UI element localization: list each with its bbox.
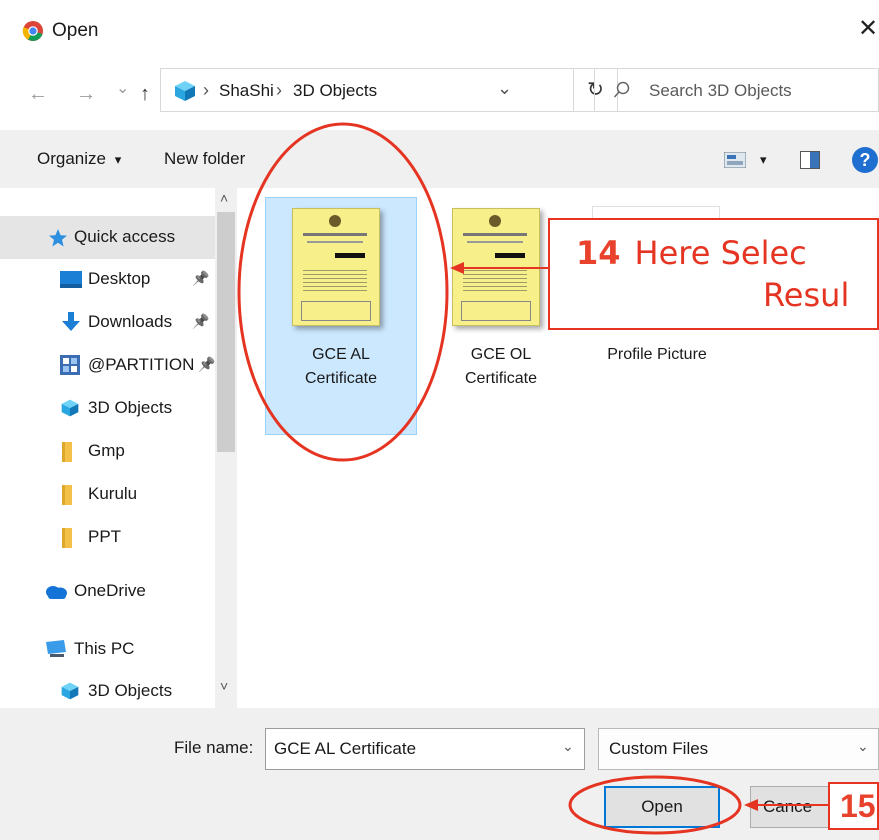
annotation-text-line2: Resul — [763, 276, 850, 314]
annotation-circle-open-button — [568, 775, 742, 835]
annotation-callout-step-15: 15 — [828, 782, 879, 830]
annotation-circle-selected-file — [237, 122, 449, 462]
annotation-arrowhead — [744, 799, 758, 811]
annotation-overlay — [237, 122, 830, 835]
open-file-dialog: Open ✕ ← → ⌄ ↑ › ShaShi › 3D Objects ⌄ ↻… — [0, 0, 879, 840]
annotation-text-line1: Here Selec — [634, 234, 807, 272]
annotation-callout-step-14: 14 Here Selec Resul — [548, 218, 879, 330]
step-number: 14 — [576, 234, 621, 272]
annotation-arrowhead — [450, 262, 464, 274]
step-number: 15 — [840, 788, 876, 824]
